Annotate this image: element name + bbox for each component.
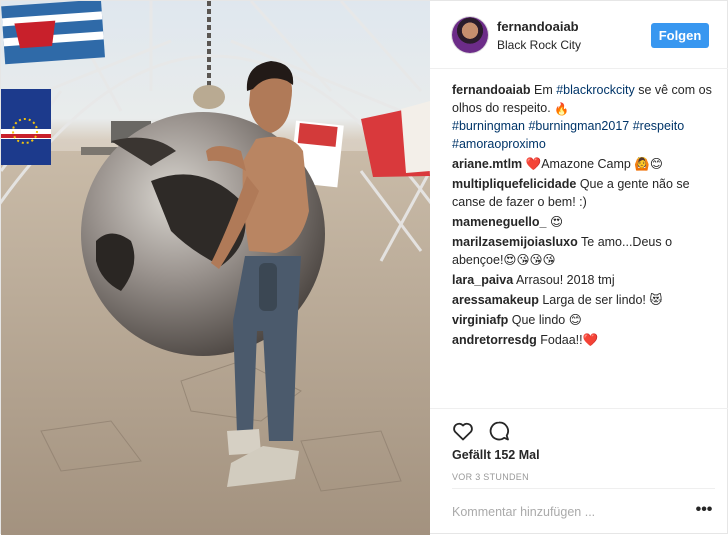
- comment-username[interactable]: ariane.mtlm: [452, 157, 522, 171]
- likes-count[interactable]: Gefällt 152 Mal: [452, 448, 540, 462]
- comment-bubble-icon[interactable]: [487, 419, 511, 443]
- avatar[interactable]: [452, 17, 488, 53]
- comment-text: Larga de ser lindo! 😻: [542, 293, 663, 307]
- heart-icon[interactable]: [451, 419, 475, 443]
- follow-button[interactable]: Folgen: [651, 23, 709, 48]
- comment-text: Que lindo 😊: [511, 313, 582, 327]
- photo-illustration: [1, 1, 430, 535]
- comments-list: fernandoaiab Em #blackrockcity se vê com…: [452, 81, 714, 351]
- comment-item: ariane.mtlm ❤️Amazone Camp 🙆😊: [452, 155, 714, 173]
- post-header: fernandoaiab Black Rock City Folgen: [430, 1, 728, 69]
- comment-input[interactable]: [452, 501, 682, 523]
- comment-username[interactable]: andretorresdg: [452, 333, 537, 347]
- comment-item: mameneguello_ 😍: [452, 213, 714, 231]
- post-sidebar: fernandoaiab Black Rock City Folgen fern…: [430, 1, 728, 535]
- post-timestamp[interactable]: VOR 3 STUNDEN: [452, 472, 529, 482]
- post-photo[interactable]: [1, 1, 430, 535]
- action-bar: [430, 408, 728, 441]
- comment-username[interactable]: mameneguello_: [452, 215, 546, 229]
- comment-username[interactable]: multipliquefelicidade: [452, 177, 576, 191]
- caption-username[interactable]: fernandoaiab: [452, 83, 531, 97]
- comment-item: multipliquefelicidade Que a gente não se…: [452, 175, 714, 211]
- comment-username[interactable]: lara_paiva: [452, 273, 513, 287]
- location-link[interactable]: Black Rock City: [497, 38, 581, 52]
- more-options-icon[interactable]: •••: [694, 502, 714, 521]
- comment-text: Fodaa!!❤️: [540, 333, 599, 347]
- caption-text: Em: [533, 83, 557, 97]
- hashtag-amoraoproximo[interactable]: #amoraoproximo: [452, 137, 546, 151]
- hashtag-burningman[interactable]: #burningman: [452, 119, 525, 133]
- comment-item: lara_paiva Arrasou! 2018 tmj: [452, 271, 714, 289]
- fire-emoji-icon: 🔥: [554, 102, 570, 116]
- comment-item: aressamakeup Larga de ser lindo! 😻: [452, 291, 714, 309]
- hashtag-respeito[interactable]: #respeito: [633, 119, 684, 133]
- comment-username[interactable]: marilzasemijoiasluxo: [452, 235, 578, 249]
- header-username[interactable]: fernandoaiab: [497, 19, 579, 34]
- comment-username[interactable]: aressamakeup: [452, 293, 539, 307]
- hashtag-burningman2017[interactable]: #burningman2017: [528, 119, 629, 133]
- caption: fernandoaiab Em #blackrockcity se vê com…: [452, 81, 714, 153]
- comment-text: Arrasou! 2018 tmj: [515, 273, 615, 287]
- comment-item: marilzasemijoiasluxo Te amo...Deus o abe…: [452, 233, 714, 269]
- comment-text: ❤️Amazone Camp 🙆😊: [525, 157, 663, 171]
- hashtag-blackrockcity[interactable]: #blackrockcity: [556, 83, 635, 97]
- add-comment-section: •••: [452, 488, 715, 535]
- comment-text: 😍: [549, 215, 563, 229]
- instagram-post: fernandoaiab Black Rock City Folgen fern…: [0, 0, 728, 535]
- comment-item: andretorresdg Fodaa!!❤️: [452, 331, 714, 349]
- comment-item: virginiafp Que lindo 😊: [452, 311, 714, 329]
- comment-username[interactable]: virginiafp: [452, 313, 508, 327]
